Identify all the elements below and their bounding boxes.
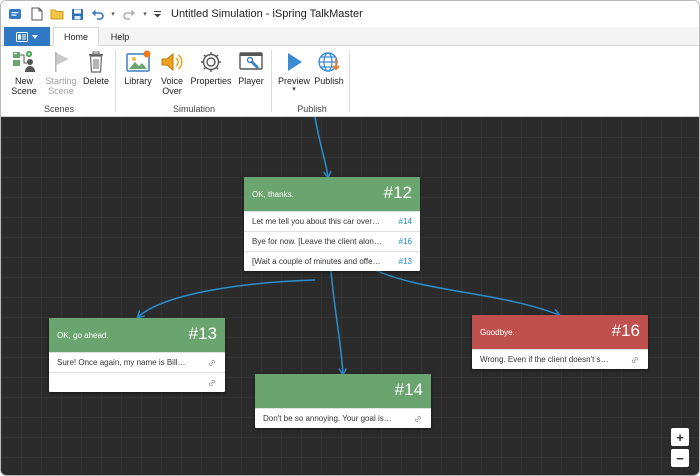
properties-label: Properties (190, 76, 232, 86)
delete-button[interactable]: Delete (81, 49, 111, 86)
trash-icon (89, 51, 103, 73)
play-icon (288, 53, 302, 71)
file-menu-icon (16, 31, 28, 42)
scene-card-16[interactable]: Goodbye. #16 Wrong. Even if the client d… (472, 315, 648, 369)
scene-answer-row[interactable]: Let me tell you about this car over here… (244, 211, 420, 231)
scene-card-13[interactable]: OK, go ahead. #13 Sure! Once again, my n… (49, 318, 225, 392)
connector-into-12 (314, 117, 328, 177)
scene-answer-row[interactable]: Don't be so annoying. Your goal is not t… (255, 408, 431, 428)
delete-label: Delete (82, 76, 109, 86)
link-icon[interactable] (630, 355, 640, 365)
group-separator (349, 50, 350, 112)
library-icon (126, 50, 151, 72)
answer-text: [Wait a couple of minutes and offer th..… (252, 257, 382, 266)
new-scene-button[interactable]: New Scene (8, 49, 40, 96)
scene-number: #16 (611, 321, 640, 340)
answer-text: Wrong. Even if the client doesn't seem i… (480, 355, 610, 364)
starting-scene-button[interactable]: Starting Scene (43, 49, 79, 96)
connector-12-to-14 (330, 270, 343, 374)
title-bar: ▾ ▾ Untitled Simulation - iSpring TalkMa… (1, 1, 699, 27)
scene-card-14[interactable]: #14 Don't be so annoying. Your goal is n… (255, 374, 431, 428)
scene-title: OK, thanks. (252, 189, 294, 199)
save-icon[interactable] (69, 6, 85, 22)
answer-text: Sure! Once again, my name is Bill. And .… (57, 358, 187, 367)
globe-icon (318, 52, 340, 72)
chevron-down-icon (32, 34, 38, 39)
quick-access-toolbar: ▾ ▾ (29, 6, 161, 22)
group-label-scenes: Scenes (43, 104, 75, 114)
library-label: Library (124, 76, 152, 86)
zoom-in-button[interactable]: + (671, 428, 689, 446)
publish-button[interactable]: Publish (312, 49, 346, 86)
new-file-icon[interactable] (29, 6, 45, 22)
voice-over-button[interactable]: Voice Over (157, 49, 187, 96)
scene-number: #13 (188, 324, 217, 343)
starting-scene-label: Starting Scene (45, 76, 77, 96)
app-window: ▾ ▾ Untitled Simulation - iSpring TalkMa… (0, 0, 700, 476)
properties-button[interactable]: Properties (189, 49, 233, 86)
new-scene-icon (13, 51, 35, 72)
answer-text: Don't be so annoying. Your goal is not t… (263, 414, 393, 423)
scene-header[interactable]: OK, thanks. #12 (244, 177, 420, 211)
chevron-down-icon: ▾ (292, 86, 296, 93)
answer-link-ref[interactable]: #13 (399, 257, 412, 266)
scene-answer-row[interactable]: [Wait a couple of minutes and offer th..… (244, 251, 420, 271)
new-scene-label: New Scene (11, 76, 37, 96)
scene-number: #14 (394, 380, 423, 399)
tab-home[interactable]: Home (53, 27, 99, 46)
preview-label: Preview (277, 76, 310, 86)
preview-button[interactable]: Preview ▾ (277, 49, 311, 93)
undo-dropdown-icon[interactable]: ▾ (109, 6, 117, 22)
player-button[interactable]: Player (236, 49, 266, 86)
scene-canvas[interactable]: OK, thanks. #12 Let me tell you about th… (1, 117, 699, 475)
connector-12-to-16 (372, 268, 559, 315)
file-menu-button[interactable] (4, 27, 50, 46)
answer-link-ref[interactable]: #14 (399, 217, 412, 226)
gear-icon (201, 52, 221, 72)
library-button[interactable]: Library (121, 49, 155, 86)
group-separator (115, 50, 116, 112)
tab-help[interactable]: Help (101, 27, 139, 46)
app-icon (7, 6, 23, 22)
open-folder-icon[interactable] (49, 6, 65, 22)
scene-answer-row[interactable]: Wrong. Even if the client doesn't seem i… (472, 349, 648, 369)
link-icon[interactable] (413, 414, 423, 424)
scene-title: Goodbye. (480, 327, 515, 337)
redo-dropdown-icon[interactable]: ▾ (141, 6, 149, 22)
ribbon-tab-row: Home Help (1, 27, 699, 46)
scene-answer-row[interactable]: Bye for now. [Leave the client alone an.… (244, 231, 420, 251)
player-label: Player (238, 76, 264, 86)
scene-number: #12 (383, 183, 412, 202)
link-icon[interactable] (207, 378, 217, 388)
window-title: Untitled Simulation - iSpring TalkMaster (171, 8, 363, 20)
scene-header[interactable]: #14 (255, 374, 431, 408)
zoom-out-button[interactable]: − (671, 449, 689, 467)
answer-text: Bye for now. [Leave the client alone an.… (252, 237, 382, 246)
ribbon: New Scene Starting Scene Delete Scenes L… (1, 46, 699, 117)
voice-over-label: Voice Over (160, 76, 184, 96)
group-label-publish: Publish (297, 104, 327, 114)
publish-label: Publish (314, 76, 344, 86)
speaker-icon (161, 52, 183, 72)
answer-link-ref[interactable]: #16 (399, 237, 412, 246)
answer-text: Let me tell you about this car over here… (252, 217, 382, 226)
undo-icon[interactable] (89, 6, 105, 22)
scene-answer-row[interactable]: Sure! Once again, my name is Bill. And .… (49, 352, 225, 372)
scene-header[interactable]: OK, go ahead. #13 (49, 318, 225, 352)
scene-card-12[interactable]: OK, thanks. #12 Let me tell you about th… (244, 177, 420, 271)
link-icon[interactable] (207, 358, 217, 368)
scene-header[interactable]: Goodbye. #16 (472, 315, 648, 349)
customize-toolbar-icon[interactable] (153, 6, 161, 22)
scene-answer-row[interactable] (49, 372, 225, 392)
player-icon (239, 52, 263, 70)
redo-icon[interactable] (121, 6, 137, 22)
group-label-simulation: Simulation (172, 104, 216, 114)
group-separator (271, 50, 272, 112)
connector-12-to-13 (138, 279, 316, 317)
scene-title: OK, go ahead. (57, 330, 109, 340)
flag-icon (55, 52, 69, 72)
